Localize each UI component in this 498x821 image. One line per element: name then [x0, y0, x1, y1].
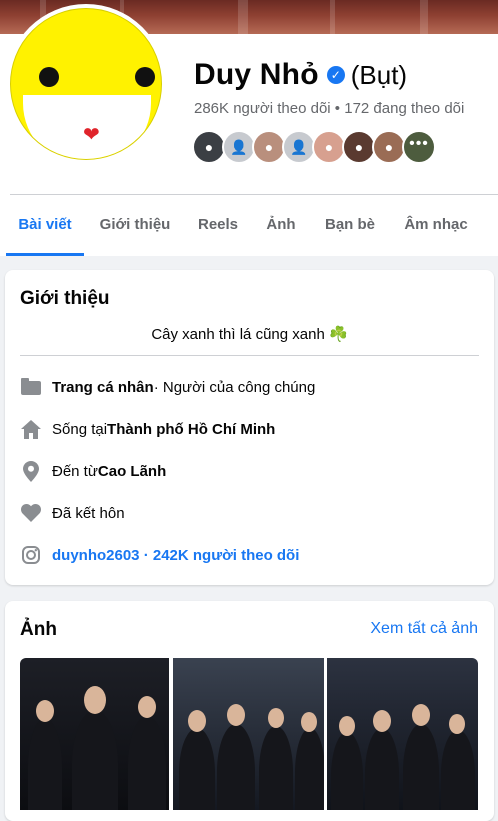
header-divider	[10, 194, 498, 195]
home-icon	[20, 418, 42, 440]
friend-avatar[interactable]: ●	[372, 130, 406, 164]
friend-avatar[interactable]: ●	[342, 130, 376, 164]
info-row-page: Trang cá nhân · Người của công chúng	[20, 376, 315, 398]
profile-name-row: Duy Nhỏ ✓ (Bụt)	[194, 58, 407, 92]
instagram-icon	[20, 544, 42, 566]
info-row-lives-in: Sống tại Thành phố Hồ Chí Minh	[20, 418, 275, 440]
photo-thumbnail[interactable]	[173, 658, 324, 810]
info-from-prefix: Đến từ	[52, 462, 98, 480]
profile-header: ❤ Duy Nhỏ ✓ (Bụt) 286K người theo dõi • …	[0, 0, 498, 256]
tab-reels[interactable]: Reels	[190, 196, 246, 254]
tab-posts[interactable]: Bài viết	[6, 196, 84, 256]
info-row-from: Đến từ Cao Lãnh	[20, 460, 166, 482]
friend-avatar[interactable]: ●	[312, 130, 346, 164]
intro-title: Giới thiệu	[20, 288, 110, 309]
see-all-photos-link[interactable]: Xem tất cả ảnh	[370, 620, 478, 638]
photo-thumbnail[interactable]	[20, 658, 169, 810]
photos-title: Ảnh	[20, 619, 57, 640]
intro-bio: Cây xanh thì lá cũng xanh ☘️	[5, 325, 494, 343]
tab-photos[interactable]: Ảnh	[258, 196, 304, 254]
instagram-link[interactable]: duynho2603 · 242K người theo dõi	[52, 547, 299, 564]
more-friends-button[interactable]: •••	[402, 130, 436, 164]
intro-divider	[20, 355, 479, 356]
photo-thumbnail[interactable]	[327, 658, 478, 810]
profile-avatar[interactable]: ❤	[6, 4, 166, 164]
friend-avatar[interactable]: 👤	[222, 130, 256, 164]
page-flag-icon	[20, 376, 42, 398]
profile-tabs: Bài viết Giới thiệu Reels Ảnh Bạn bè Âm …	[0, 196, 498, 256]
mutual-friends-avatars[interactable]: ● 👤 ● 👤 ● ● ● •••	[192, 130, 436, 164]
info-page-category: · Người của công chúng	[153, 378, 316, 396]
shamrock-icon: ☘️	[328, 326, 348, 343]
photos-card: Ảnh Xem tất cả ảnh	[5, 601, 494, 821]
tab-friends[interactable]: Bạn bè	[318, 196, 382, 254]
info-from-city[interactable]: Cao Lãnh	[98, 463, 166, 480]
smiley-face-avatar-icon: ❤	[10, 8, 162, 160]
location-pin-icon	[20, 460, 42, 482]
profile-alternate-name: (Bụt)	[350, 59, 408, 90]
info-row-instagram: duynho2603 · 242K người theo dõi	[20, 544, 299, 566]
heart-icon	[20, 502, 42, 524]
profile-name: Duy Nhỏ	[194, 58, 319, 91]
tab-about[interactable]: Giới thiệu	[94, 196, 176, 254]
friend-avatar[interactable]: ●	[252, 130, 286, 164]
intro-card: Giới thiệu Cây xanh thì lá cũng xanh ☘️ …	[5, 270, 494, 585]
info-row-relationship: Đã kết hôn	[20, 502, 125, 524]
verified-badge-icon: ✓	[326, 66, 345, 84]
friend-avatar[interactable]: ●	[192, 130, 226, 164]
follower-stats[interactable]: 286K người theo dõi • 172 đang theo dõi	[194, 100, 464, 117]
bio-text: Cây xanh thì lá cũng xanh	[151, 326, 325, 343]
friend-avatar[interactable]: 👤	[282, 130, 316, 164]
info-relationship-text: Đã kết hôn	[52, 504, 125, 522]
info-lives-prefix: Sống tại	[52, 420, 108, 438]
info-lives-city[interactable]: Thành phố Hồ Chí Minh	[107, 421, 275, 438]
info-page-label[interactable]: Trang cá nhân	[52, 379, 154, 396]
tab-music[interactable]: Âm nhạc	[396, 196, 476, 254]
